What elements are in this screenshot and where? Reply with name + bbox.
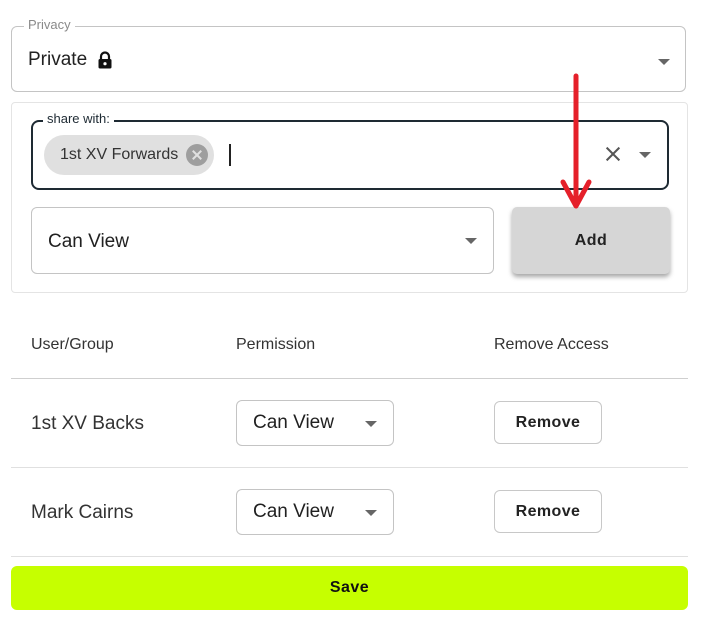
chevron-down-icon[interactable] [465,238,477,244]
chip-delete-icon[interactable] [186,144,209,166]
row-permission-value: Can View [253,501,334,522]
header-user-group: User/Group [31,336,114,353]
row-permission-select[interactable]: Can View [236,489,394,535]
chevron-down-icon[interactable] [639,152,651,158]
table-divider [11,556,688,557]
table-row-name: 1st XV Backs [31,413,144,434]
table-divider [11,467,688,468]
row-permission-select[interactable]: Can View [236,400,394,446]
privacy-label: Privacy [24,18,75,32]
row-permission-value: Can View [253,412,334,433]
annotation-arrow-icon [560,73,592,209]
chevron-down-icon[interactable] [365,421,377,427]
chip-label: 1st XV Forwards [60,146,179,163]
share-with-input[interactable] [229,144,231,166]
share-with-label: share with: [43,112,114,126]
save-button[interactable]: Save [11,566,688,610]
privacy-value-text: Private [28,49,88,70]
table-row-name: Mark Cairns [31,502,134,523]
lock-icon [98,51,112,69]
remove-button[interactable]: Remove [494,490,602,533]
table-divider [11,378,688,379]
header-permission: Permission [236,336,316,353]
permission-select[interactable]: Can View [31,207,494,274]
chevron-down-icon[interactable] [658,59,670,65]
clear-icon[interactable] [603,144,623,164]
header-remove-access: Remove Access [494,336,609,353]
permission-select-value: Can View [48,231,129,252]
chevron-down-icon[interactable] [365,510,377,516]
privacy-value: Private [28,49,113,71]
chip-1st-xv-forwards[interactable]: 1st XV Forwards [44,135,215,175]
add-button[interactable]: Add [512,207,670,274]
remove-button[interactable]: Remove [494,401,602,444]
